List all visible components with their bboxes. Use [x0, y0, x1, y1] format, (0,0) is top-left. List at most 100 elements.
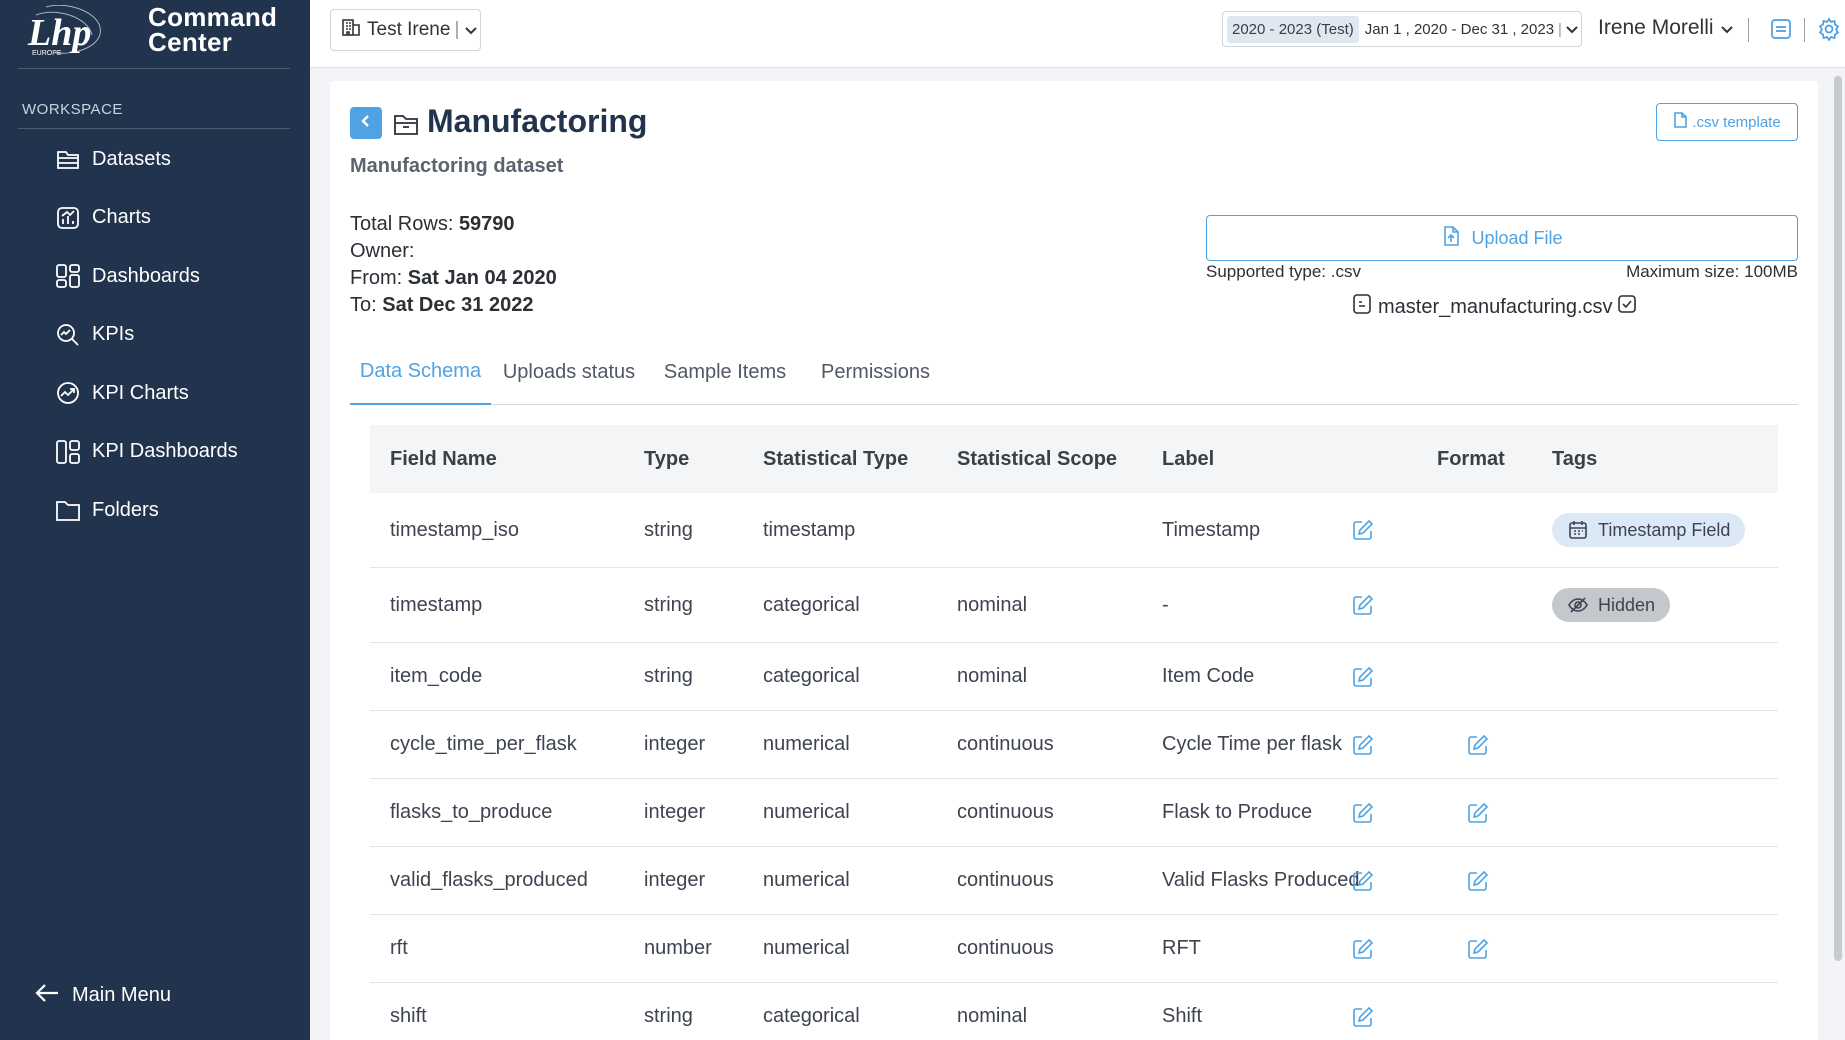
column-header[interactable]: Label — [1162, 425, 1214, 493]
sidebar-item-dashboards[interactable]: Dashboards — [0, 247, 310, 306]
tab-sample-items[interactable]: Sample Items — [655, 339, 795, 405]
tag-label: Hidden — [1598, 594, 1656, 615]
divider — [18, 68, 290, 69]
sidebar-item-charts[interactable]: Charts — [0, 189, 310, 248]
field-name: timestamp — [390, 593, 483, 616]
statistical-scope: continuous — [957, 937, 1054, 959]
edit-label-icon[interactable] — [1352, 983, 1374, 1040]
column-header[interactable]: Field Name — [390, 425, 497, 493]
field-label: Valid Flasks Produced — [1162, 869, 1360, 891]
column-header[interactable]: Statistical Scope — [957, 425, 1117, 493]
scrollbar[interactable] — [1834, 76, 1842, 961]
edit-label-icon[interactable] — [1352, 779, 1374, 846]
field-label: Flask to Produce — [1162, 801, 1313, 823]
tag-badge[interactable]: Hidden — [1552, 588, 1671, 622]
total-rows-label: Total Rows: — [350, 213, 454, 235]
select-separator: | — [454, 19, 460, 40]
to-label: To: — [350, 294, 377, 316]
tab-data-schema[interactable]: Data Schema — [350, 339, 491, 405]
file-icon — [1673, 112, 1692, 132]
tag-badge[interactable]: Timestamp Field — [1552, 513, 1746, 547]
chevron-left-icon — [359, 114, 373, 133]
kpi-dashboards-icon — [54, 438, 82, 466]
statistical-type: categorical — [763, 593, 860, 616]
sidebar-item-label: Charts — [92, 206, 151, 229]
table-row: flasks_to_produce integer numerical continu… — [370, 779, 1778, 847]
page-title: Manufactoring — [427, 103, 648, 139]
sidebar-item-datasets[interactable]: Datasets — [0, 130, 310, 189]
edit-label-icon[interactable] — [1352, 643, 1374, 710]
csv-template-label: .csv template — [1692, 113, 1781, 131]
check-icon — [1613, 294, 1637, 320]
divider — [18, 128, 290, 129]
statistical-type: numerical — [763, 733, 850, 755]
statistical-type: timestamp — [763, 518, 856, 541]
datasets-icon — [54, 145, 82, 173]
edit-label-icon[interactable] — [1352, 711, 1374, 778]
table-row: timestamp_iso string timestamp Timestamp Tim… — [370, 493, 1778, 568]
upload-file-label: Upload File — [1471, 227, 1563, 248]
uploaded-file-name: master_manufacturing.csv — [1378, 295, 1613, 318]
field-type: number — [644, 937, 712, 959]
table-header: Field Name Type Statistical Type Statist… — [370, 425, 1778, 493]
edit-format-icon[interactable] — [1467, 711, 1489, 778]
kpi-charts-icon — [54, 379, 82, 407]
statistical-scope: nominal — [957, 1005, 1028, 1027]
sidebar-item-label: KPI Charts — [92, 381, 189, 404]
chevron-down-icon — [465, 19, 478, 41]
sidebar-item-label: KPIs — [92, 323, 135, 346]
to-date: To: Sat Dec 31 2022 — [350, 292, 557, 319]
column-header[interactable]: Type — [644, 425, 689, 493]
total-rows: Total Rows: 59790 — [350, 211, 557, 238]
user-name: Irene Morelli — [1598, 16, 1714, 39]
brand[interactable]: Lhp EUROPE Command Center — [0, 0, 310, 60]
field-label: Item Code — [1162, 665, 1255, 687]
edit-label-icon[interactable] — [1352, 847, 1374, 914]
edit-format-icon[interactable] — [1467, 779, 1489, 846]
table-row: valid_flasks_produced integer numerical con… — [370, 847, 1778, 915]
notes-icon[interactable] — [1769, 17, 1793, 41]
sidebar-item-kpis[interactable]: KPIs — [0, 306, 310, 365]
sidebar-item-label: Datasets — [92, 147, 171, 170]
edit-label-icon[interactable] — [1352, 568, 1374, 642]
edit-format-icon[interactable] — [1467, 847, 1489, 914]
sidebar-item-kpi-dashboards[interactable]: KPI Dashboards — [0, 423, 310, 482]
user-menu[interactable]: Irene Morelli — [1598, 16, 1733, 40]
eye-off-icon — [1568, 595, 1598, 615]
statistical-scope: continuous — [957, 801, 1054, 823]
field-label: Shift — [1162, 1005, 1203, 1027]
field-name: timestamp_iso — [390, 518, 519, 541]
organization-select[interactable]: Test Irene | — [330, 9, 481, 51]
tab-uploads-status[interactable]: Uploads status — [499, 339, 639, 405]
sidebar-item-folders[interactable]: Folders — [0, 481, 310, 540]
chevron-down-icon — [1720, 16, 1733, 40]
statistical-type: categorical — [763, 1005, 860, 1027]
column-header[interactable]: Statistical Type — [763, 425, 908, 493]
sidebar-item-label: Dashboards — [92, 264, 200, 287]
column-header[interactable]: Tags — [1552, 425, 1597, 493]
edit-format-icon[interactable] — [1467, 915, 1489, 982]
back-button[interactable] — [350, 107, 382, 139]
chevron-down-icon — [1566, 21, 1578, 38]
sidebar-nav: Datasets Charts Dashboards KPIs KPI Char… — [0, 130, 310, 540]
logo-lettering: Lhp — [27, 12, 91, 54]
edit-label-icon[interactable] — [1352, 915, 1374, 982]
table-row: timestamp string categorical nominal - Hidden — [370, 568, 1778, 643]
table-row: item_code string categorical nominal Item Co… — [370, 643, 1778, 711]
upload-file-button[interactable]: Upload File — [1206, 215, 1798, 261]
field-type: string — [644, 665, 693, 687]
uploaded-file[interactable]: master_manufacturing.csv — [1352, 294, 1637, 320]
field-label: RFT — [1162, 937, 1201, 959]
csv-file-icon — [1352, 294, 1372, 320]
csv-template-button[interactable]: .csv template — [1656, 103, 1798, 141]
tab-permissions[interactable]: Permissions — [813, 339, 938, 405]
date-range-select[interactable]: 2020 - 2023 (Test) Jan 1 , 2020 - Dec 31… — [1222, 11, 1582, 47]
sidebar-item-kpi-charts[interactable]: KPI Charts — [0, 364, 310, 423]
edit-label-icon[interactable] — [1352, 493, 1374, 567]
dataset-metadata: Total Rows: 59790 Owner: From: Sat Jan 0… — [350, 211, 557, 319]
column-header[interactable]: Format — [1437, 425, 1505, 493]
main-menu-link[interactable]: Main Menu — [34, 982, 171, 1009]
field-type: integer — [644, 733, 706, 755]
gear-icon[interactable] — [1817, 17, 1841, 42]
total-rows-value: 59790 — [458, 213, 515, 235]
